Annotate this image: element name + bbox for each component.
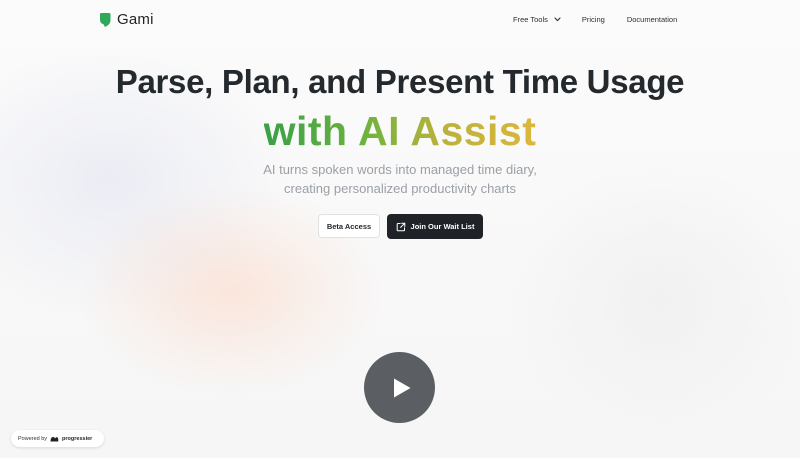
hero-subtitle: AI turns spoken words into managed time … bbox=[0, 160, 800, 198]
beta-access-button[interactable]: Beta Access bbox=[318, 214, 380, 238]
gami-logo-icon bbox=[100, 12, 111, 27]
top-navigation: Gami Free Tools Pricing Documentation bbox=[0, 0, 800, 42]
hero-subtitle-line-1: AI turns spoken words into managed time … bbox=[263, 162, 537, 177]
powered-by-badge[interactable]: Powered by progressier bbox=[11, 430, 104, 447]
video-play-button[interactable] bbox=[364, 352, 435, 423]
powered-by-label: Powered by bbox=[18, 435, 48, 442]
hero-accent-text: with AI Assist bbox=[263, 108, 537, 154]
hero-accent-title: with AI Assist bbox=[0, 107, 800, 156]
chevron-down-icon bbox=[554, 17, 561, 22]
play-icon bbox=[393, 378, 410, 397]
nav-pricing-link[interactable]: Pricing bbox=[582, 15, 605, 24]
brand-logo[interactable]: Gami bbox=[99, 11, 154, 28]
hero-subtitle-line-2: creating personalized productivity chart… bbox=[284, 181, 516, 196]
join-waitlist-button[interactable]: Join Our Wait List bbox=[387, 214, 483, 239]
nav-documentation-link[interactable]: Documentation bbox=[627, 15, 677, 24]
progressier-logo-icon bbox=[50, 436, 59, 441]
nav-free-tools-label: Free Tools bbox=[513, 15, 548, 24]
hero-title: Parse, Plan, and Present Time Usage bbox=[115, 63, 685, 100]
external-link-icon bbox=[396, 222, 405, 231]
brand-name: Gami bbox=[117, 11, 154, 28]
nav-links: Free Tools Pricing Documentation bbox=[513, 15, 677, 24]
progressier-name: progressier bbox=[62, 435, 93, 442]
join-waitlist-label: Join Our Wait List bbox=[410, 222, 475, 231]
nav-free-tools-dropdown[interactable]: Free Tools bbox=[513, 15, 561, 24]
